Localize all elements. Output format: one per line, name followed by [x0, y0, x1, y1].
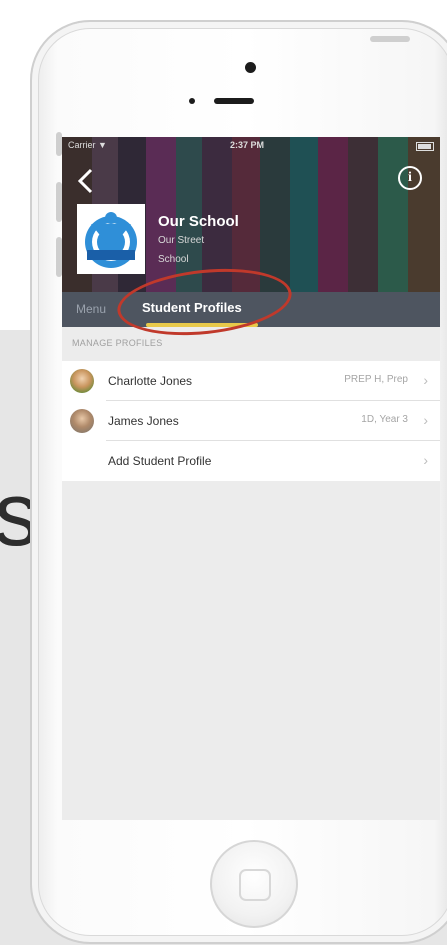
profile-name: James Jones	[108, 414, 179, 428]
info-icon: i	[408, 170, 412, 185]
profile-class: PREP H, Prep	[344, 374, 408, 385]
school-header: Carrier ▼ 2:37 PM i Our School Our Stree…	[62, 137, 440, 292]
chevron-right-icon: ›	[423, 372, 428, 388]
profile-list: Charlotte Jones PREP H, Prep › James Jon…	[62, 361, 440, 481]
home-button[interactable]	[210, 840, 298, 928]
phone-screen: Carrier ▼ 2:37 PM i Our School Our Stree…	[62, 137, 440, 820]
carrier-label: Carrier ▼	[68, 140, 107, 150]
sensor-dot	[189, 98, 195, 104]
school-city: School	[158, 254, 189, 265]
chevron-right-icon: ›	[423, 452, 428, 468]
back-button[interactable]	[76, 167, 104, 195]
school-street: Our Street	[158, 235, 205, 246]
info-button[interactable]: i	[398, 166, 422, 190]
add-student-profile-row[interactable]: Add Student Profile ›	[62, 441, 440, 481]
chevron-left-icon	[77, 168, 93, 194]
front-camera	[245, 62, 256, 73]
power-button	[370, 36, 410, 42]
avatar	[70, 409, 94, 433]
profile-row-charlotte[interactable]: Charlotte Jones PREP H, Prep ›	[62, 361, 440, 401]
tab-menu[interactable]: Menu	[76, 302, 106, 316]
profile-class: 1D, Year 3	[361, 414, 408, 425]
avatar	[70, 369, 94, 393]
chevron-right-icon: ›	[423, 412, 428, 428]
school-name: Our School	[158, 213, 239, 230]
profile-name: Charlotte Jones	[108, 374, 193, 388]
battery-icon	[416, 142, 434, 151]
section-header: MANAGE PROFILES	[72, 338, 163, 348]
school-logo	[77, 204, 145, 274]
add-student-profile-label: Add Student Profile	[108, 454, 212, 468]
profile-row-james[interactable]: James Jones 1D, Year 3 ›	[62, 401, 440, 441]
home-square-icon	[239, 869, 271, 901]
status-bar: Carrier ▼ 2:37 PM	[62, 139, 440, 153]
earpiece-speaker	[214, 98, 254, 104]
status-time: 2:37 PM	[230, 140, 265, 150]
